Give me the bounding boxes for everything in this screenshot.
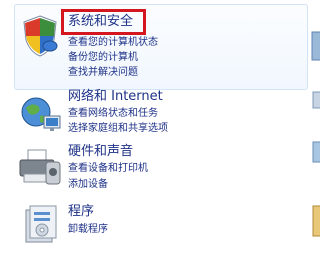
category-title-hardware-sound[interactable]: 硬件和声音 (68, 144, 133, 160)
link-backup-computer[interactable]: 备份您的计算机 (68, 52, 138, 64)
link-view-computer-status[interactable]: 查看您的计算机状态 (68, 37, 158, 49)
printer-icon (16, 146, 62, 192)
category-title-system-security[interactable]: 系统和安全 (68, 14, 133, 30)
category-programs[interactable]: 程序 卸载程序 (0, 196, 320, 256)
link-find-fix-problems[interactable]: 查找并解决问题 (68, 67, 138, 79)
category-network-internet[interactable]: 网络和 Internet 查看网络状态和任务 选择家庭组和共享选项 (0, 88, 320, 142)
link-view-network-status[interactable]: 查看网络状态和任务 (68, 108, 158, 120)
network-globe-icon (18, 94, 62, 138)
category-title-network-internet[interactable]: 网络和 Internet (68, 89, 163, 105)
link-homegroup-sharing[interactable]: 选择家庭组和共享选项 (68, 123, 168, 135)
category-system-security[interactable]: 系统和安全 查看您的计算机状态 备份您的计算机 查找并解决问题 (0, 0, 320, 92)
link-uninstall-program[interactable]: 卸载程序 (68, 224, 108, 236)
link-devices-printers[interactable]: 查看设备和打印机 (68, 163, 148, 175)
category-hardware-sound[interactable]: 硬件和声音 查看设备和打印机 添加设备 (0, 142, 320, 196)
programs-icon (20, 202, 60, 250)
shield-icon (20, 14, 60, 62)
category-title-programs[interactable]: 程序 (68, 204, 94, 220)
link-add-device[interactable]: 添加设备 (68, 179, 108, 191)
